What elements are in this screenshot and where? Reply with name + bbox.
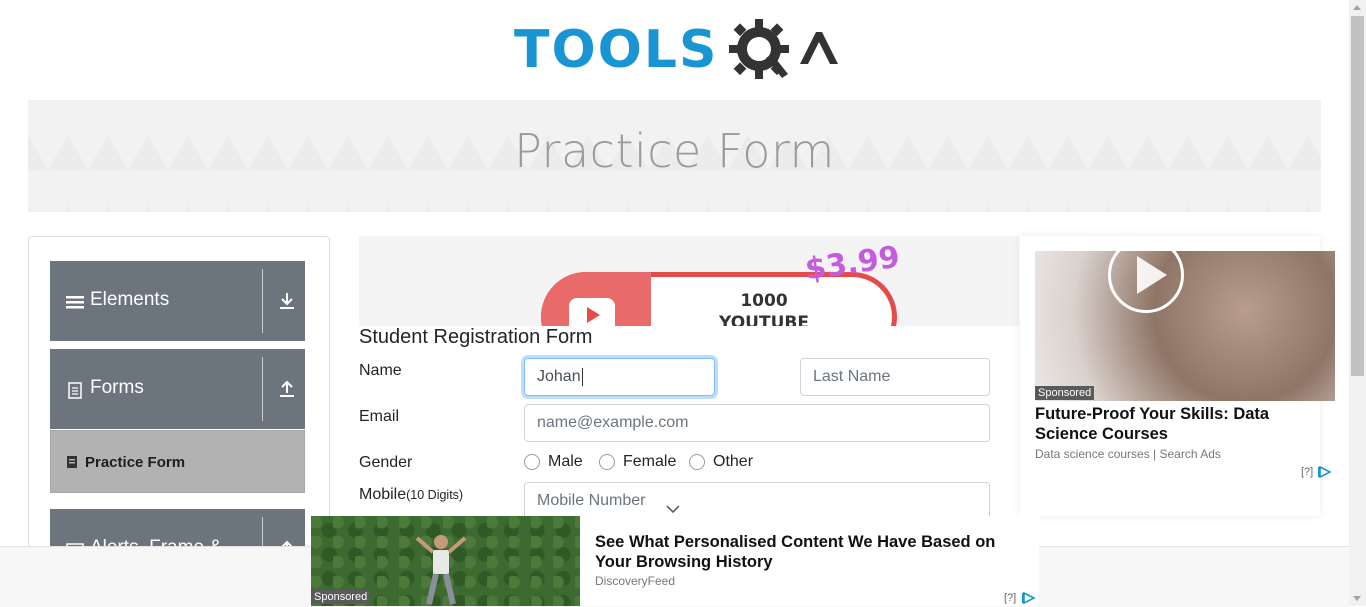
sidebar-item-practice-form[interactable]: Practice Form [50,430,305,493]
gender-male-radio[interactable] [524,454,540,470]
ad-image: Sponsored [311,516,580,606]
gender-other-label[interactable]: Other [713,453,753,471]
ad-views-text: 1000 YOUTUBE VIEWS [689,290,839,326]
gender-female-radio[interactable] [599,454,615,470]
name-label: Name [359,362,402,379]
hamburger-icon [66,296,84,309]
group-divider [262,357,263,421]
adchoices-icon[interactable] [1318,466,1332,478]
ad-subtitle[interactable]: Data science courses | Search Ads [1035,447,1221,461]
sidebar-group-elements[interactable]: Elements [50,261,305,341]
logo-gear-qa-icon [729,19,838,79]
ad-price: $3.99 [803,239,902,288]
form-title: Student Registration Form [359,326,593,348]
jumping-person-image [415,535,467,605]
sponsored-badge: Sponsored [1035,386,1095,400]
toolsqa-logo[interactable]: TOOLS [514,16,838,90]
mobile-label-text: Mobile [359,486,407,503]
mobile-label: Mobile(10 Digits) [359,486,463,504]
email-label: Email [359,408,400,425]
ad-views-subtitle: YOUTUBE VIEWS [719,313,809,326]
sidebar-group-label: Elements [90,289,170,310]
chevron-down-icon [666,505,680,513]
sidebar-item-label: Practice Form [85,454,186,471]
document-icon [68,382,82,399]
sidebar-group-label: Forms [90,377,144,398]
gender-male-label[interactable]: Male [548,453,583,471]
first-name-input[interactable]: Johan [524,358,715,396]
bottom-sponsored-ad[interactable]: Sponsored See What Personalised Content … [311,516,1039,606]
page-scrollbar[interactable] [1349,0,1366,606]
sidebar: Elements Forms Practice Form Alerts, Fra… [28,236,330,568]
email-input[interactable]: name@example.com [524,404,990,442]
ad-views-count: 1000 [740,291,788,311]
ad-help-link[interactable]: [?] [1301,466,1313,478]
ad-source[interactable]: DiscoveryFeed [595,574,675,588]
youtube-views-ad[interactable]: 1000 YOUTUBE VIEWS $3.99 [359,236,1019,326]
logo-text: TOOLS [514,20,719,80]
ad-title[interactable]: See What Personalised Content We Have Ba… [595,532,1035,572]
play-circle-icon [1108,251,1184,313]
gender-label: Gender [359,454,413,471]
mobile-hint: (10 Digits) [406,488,464,502]
upload-arrow-icon[interactable] [278,379,296,399]
ad-help-link[interactable]: [?] [1004,592,1016,604]
gender-other-radio[interactable] [689,454,705,470]
sidebar-group-forms[interactable]: Forms [50,349,305,429]
first-name-value: Johan [537,368,581,385]
sponsored-badge: Sponsored [311,590,371,604]
gender-female-label[interactable]: Female [623,453,676,471]
ad-title[interactable]: Future-Proof Your Skills: Data Science C… [1035,404,1335,444]
adchoices-icon[interactable] [1022,592,1036,604]
ad-image [1035,251,1335,401]
scroll-up-arrow-icon[interactable] [1353,5,1361,10]
page-title: Practice Form [514,124,835,178]
right-sponsored-ad[interactable]: Sponsored Future-Proof Your Skills: Data… [1020,236,1335,516]
group-divider [262,269,263,333]
scrollbar-thumb[interactable] [1351,16,1364,376]
youtube-play-icon [569,298,615,326]
mobile-input[interactable]: Mobile Number [524,482,990,520]
last-name-input[interactable]: Last Name [800,358,990,396]
download-arrow-icon[interactable] [278,291,296,311]
clipboard-icon [67,456,77,468]
page-banner: Practice Form [28,100,1321,212]
scroll-down-arrow-icon[interactable] [1353,596,1361,601]
